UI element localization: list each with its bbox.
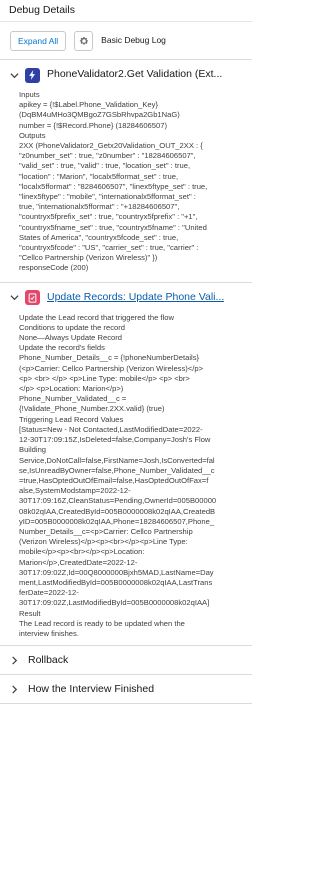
section-rollback[interactable]: Rollback (0, 646, 252, 676)
chevron-right-icon (9, 684, 19, 694)
detail-line: {!Validate_Phone_Number.2XX.valid} (true… (19, 404, 165, 414)
detail-line: number = {!$Record.Phone} (18284606507) (19, 120, 167, 130)
detail-line: "linex5ftype" : "mobile", "international… (19, 192, 196, 202)
detail-line: Result (19, 608, 41, 618)
detail-line: "valid_set" : true, "valid" : true, "loc… (19, 161, 191, 171)
detail-line: 08k02qIAA,CreatedById=005B0000008k02qIAA… (19, 506, 216, 516)
detail-line: "countryx5fcode" : "US", "carrier_set" :… (19, 243, 199, 253)
chevron-down-icon (9, 70, 19, 80)
how-finished-title: How the Interview Finished (28, 682, 155, 695)
section-get-validation-header[interactable]: PhoneValidator2.Get Validation (Ext... (0, 60, 252, 90)
detail-line: Marion</p>,CreatedDate=2022-12- (19, 557, 138, 567)
detail-line: None—Always Update Record (19, 333, 122, 343)
section-get-validation: PhoneValidator2.Get Validation (Ext... I… (0, 60, 252, 283)
panel-title: Debug Details (9, 3, 75, 16)
detail-line: 30T17:09:16Z,CleanStatus=Pending,OwnerId… (19, 496, 217, 506)
settings-button[interactable] (74, 30, 94, 51)
toolbar: Expand All Basic Debug Log (0, 22, 252, 60)
detail-line: "Cellco Partnership (Verizon Wireless)" … (19, 253, 158, 263)
section-how-finished[interactable]: How the Interview Finished (0, 675, 252, 705)
detail-line: responseCode (200) (19, 263, 89, 273)
section-get-validation-title: PhoneValidator2.Get Validation (Ext... (47, 68, 223, 81)
detail-line: <p> <br> </p> <p>Line Type: mobile</p> <… (19, 373, 190, 383)
panel-header: Debug Details (0, 0, 252, 22)
detail-line: (Verizon Wireless)</p><p><br></p><p>Line… (19, 537, 188, 547)
detail-line: Triggering Lead Record Values (19, 414, 124, 424)
lightning-icon (25, 67, 40, 83)
detail-line: "location" : "Marion", "localx5fformat_s… (19, 171, 179, 181)
chevron-down-icon (9, 293, 19, 303)
section-get-validation-body: Inputs apikey = {!$Label.Phone_Validation… (0, 90, 252, 274)
detail-line: </p> <p>Location: Marion</p>) (19, 384, 124, 394)
detail-line: se,IsUnreadByOwner=false,Phone_Number_Va… (19, 465, 215, 475)
rollback-title: Rollback (28, 653, 69, 666)
section-update-records-header[interactable]: Update Records: Update Phone Vali... (0, 283, 252, 313)
detail-line: 30T17:09:02Z,LastModifiedById=005B000000… (19, 598, 210, 608)
detail-line: "z0number_set" : true, "z0number" : "182… (19, 151, 196, 161)
chevron-right-icon (9, 655, 19, 665)
detail-line: true, "internationalx5fformat" : "+18284… (19, 202, 180, 212)
detail-line: Phone_Number_Validated__c = (19, 394, 127, 404)
detail-line: Update the Lead record that triggered th… (19, 312, 174, 322)
detail-line: "localx5fformat" : "8284606507", "linex5… (19, 181, 208, 191)
detail-line: alse,SystemModstamp=2022-12- (19, 486, 131, 496)
detail-line: Outputs (19, 130, 46, 140)
detail-line: Update the record's fields (19, 343, 105, 353)
basic-debug-log-label: Basic Debug Log (101, 35, 166, 46)
detail-line: "countryx5fprefix_set" : true, "countryx… (19, 212, 198, 222)
detail-line: Service,DoNotCall=false,FirstName=Josh,I… (19, 455, 215, 465)
detail-line: 2XX (PhoneValidator2_Getx20Validation_OU… (19, 141, 203, 151)
detail-line: yID=005B0000008k02qIAA,Phone=18284606507… (19, 516, 215, 526)
detail-line: The Lead record is ready to be updated w… (19, 618, 185, 628)
detail-line: ferDate=2022-12- (19, 588, 79, 598)
detail-line: ment,LastModifiedById=005B0000008k02qIAA… (19, 577, 213, 587)
detail-line: interview finishes. (19, 628, 79, 638)
detail-line: mobile</p><p><br></p><p>Location: (19, 547, 145, 557)
detail-line: (<p>Carrier: Cellco Partnership (Verizon… (19, 363, 204, 373)
detail-line: =true,HasOptedOutOfEmail=false,HasOptedO… (19, 475, 209, 485)
gear-icon (79, 36, 88, 45)
update-records-icon (25, 290, 40, 306)
update-records-link[interactable]: Update Records: Update Phone Vali... (47, 291, 224, 304)
detail-line: "countryx5fname_set" : true, "countryx5f… (19, 222, 207, 232)
detail-line: Building (19, 445, 47, 455)
section-update-records-body: Update the Lead record that triggered th… (0, 313, 252, 640)
detail-line: Inputs (19, 90, 40, 99)
detail-line: apikey = {!$Label.Phone_Validation_Key} (19, 100, 158, 110)
expand-all-button[interactable]: Expand All (10, 30, 67, 51)
detail-line: Number_Details__c=<p>Carrier: Cellco Par… (19, 526, 193, 536)
section-update-records: Update Records: Update Phone Vali... Upd… (0, 283, 252, 647)
detail-line: Conditions to update the record (19, 322, 125, 332)
detail-line: 30T17:09:02Z,Id=00Q8000000Bjxh5MAD,LastN… (19, 567, 214, 577)
detail-line: (DqBM4uMHo3QMBgoZ7GSbRhvpa2Gb1NaG) (19, 110, 180, 120)
detail-line: States of America", "countryx5fcode_set"… (19, 232, 179, 242)
detail-line: Phone_Number_Details__c = {!phoneNumberD… (19, 353, 200, 363)
detail-line: 12-30T17:09:15Z,IsDeleted=false,Company=… (19, 435, 211, 445)
detail-line: [Status=New - Not Contacted,LastModified… (19, 424, 203, 434)
